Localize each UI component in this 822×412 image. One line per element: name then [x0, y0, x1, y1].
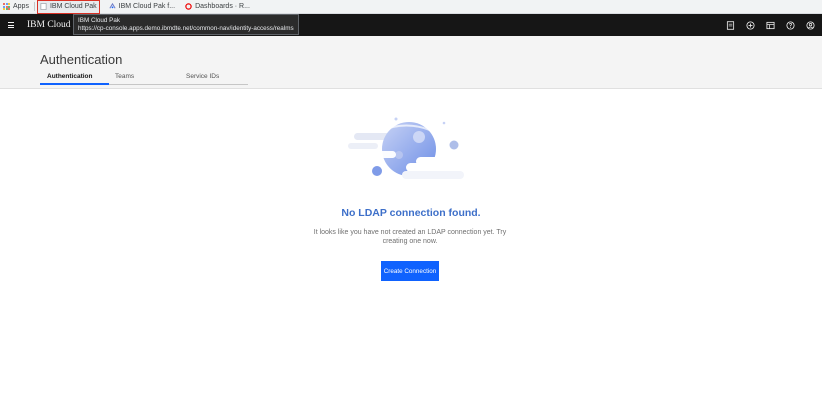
bookmark-apps-label: Apps — [13, 3, 29, 10]
page-icon — [40, 3, 47, 10]
bookmarks-bar: Apps IBM Cloud Pak IBM Cloud Pak f... Da… — [0, 0, 822, 14]
tab-authentication[interactable]: Authentication — [40, 71, 109, 85]
openshift-icon — [185, 3, 192, 10]
bookmark-tooltip: IBM Cloud Pak https://cp-console.apps.de… — [73, 14, 299, 35]
add-icon[interactable] — [740, 14, 760, 36]
bookmark-label: IBM Cloud Pak — [49, 3, 97, 10]
bookmark-separator — [33, 2, 35, 11]
menu-icon[interactable] — [0, 14, 22, 36]
bookmark-label: Dashboards · R... — [195, 3, 250, 10]
empty-state-title: No LDAP connection found. — [341, 207, 481, 219]
globe-clouds-illustration — [348, 117, 464, 179]
bookmark-dashboards[interactable]: Dashboards · R... — [182, 0, 253, 14]
empty-state: No LDAP connection found. It looks like … — [0, 89, 822, 412]
catalog-icon[interactable] — [760, 14, 780, 36]
apps-grid-icon — [3, 3, 10, 10]
tab-teams[interactable]: Teams — [109, 71, 178, 84]
empty-state-description: It looks like you have not created an LD… — [313, 229, 507, 245]
bookmark-label: IBM Cloud Pak f... — [118, 3, 176, 10]
help-icon[interactable] — [780, 14, 800, 36]
tooltip-title: IBM Cloud Pak — [78, 17, 120, 24]
user-icon[interactable] — [800, 14, 820, 36]
tab-service-ids[interactable]: Service IDs — [178, 71, 247, 84]
bookmark-ibm-cloud-pak-f[interactable]: IBM Cloud Pak f... — [106, 0, 178, 14]
header-actions — [720, 14, 820, 36]
cloud-pak-icon — [109, 3, 116, 9]
tab-list: Authentication Teams Service IDs — [40, 71, 248, 85]
tooltip-url: https://cp-console.apps.demo.ibmdte.net/… — [78, 25, 294, 32]
docs-icon[interactable] — [720, 14, 740, 36]
bookmark-apps[interactable]: Apps — [0, 0, 32, 14]
bookmark-ibm-cloud-pak[interactable]: IBM Cloud Pak — [36, 0, 100, 14]
create-connection-button[interactable]: Create Connection — [381, 261, 439, 281]
page-title: Authentication — [40, 52, 123, 67]
page-header: Authentication Authentication Teams Serv… — [0, 36, 822, 89]
